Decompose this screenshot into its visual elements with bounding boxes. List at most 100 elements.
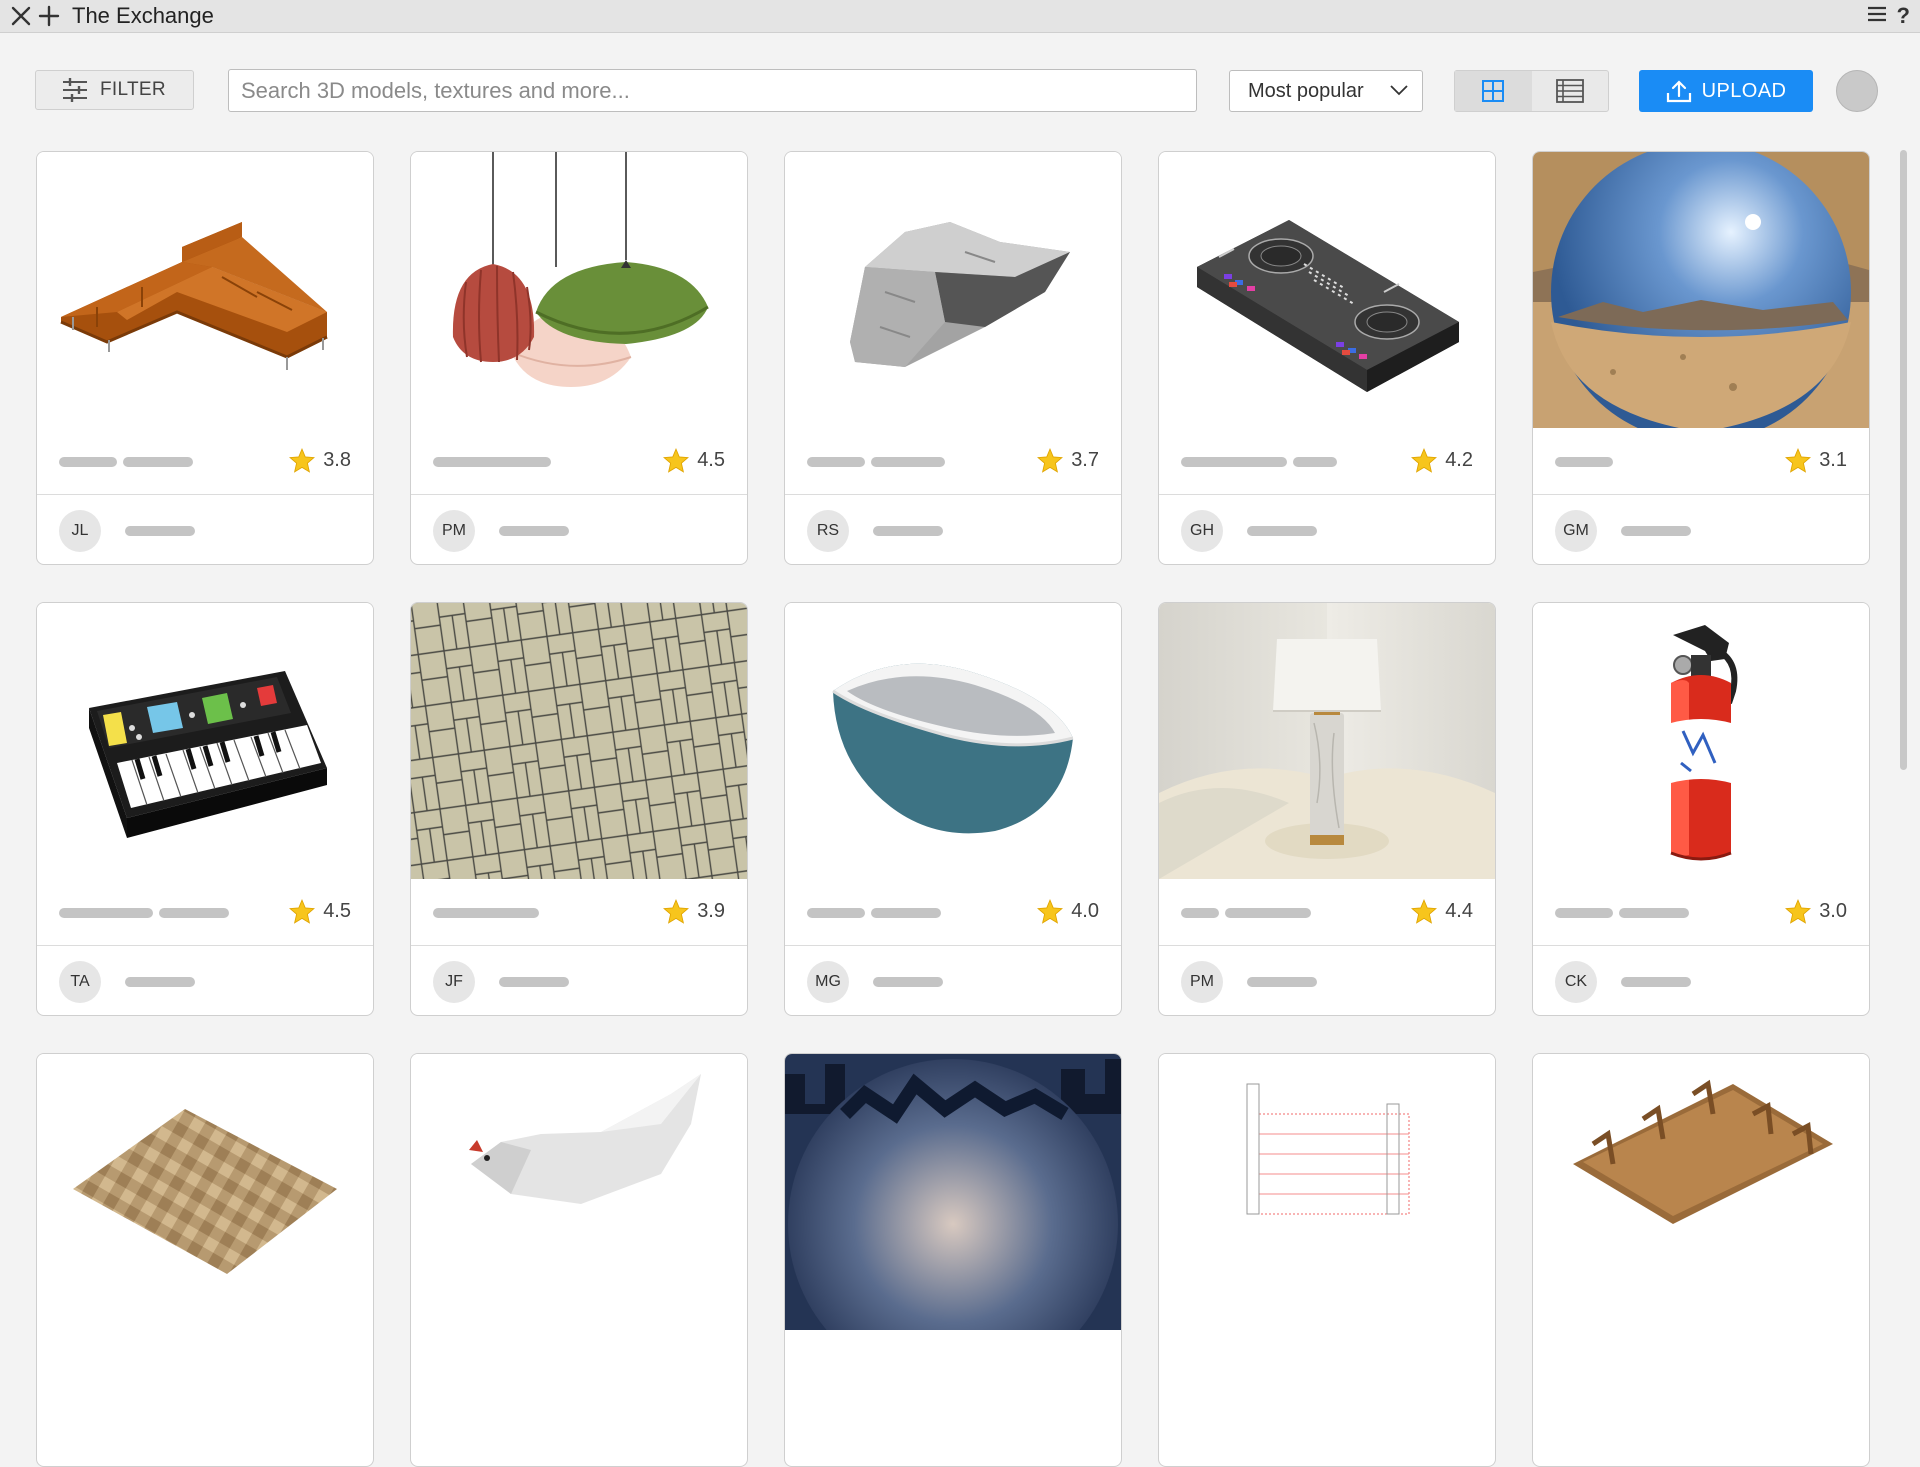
filter-button[interactable]: FILTER (35, 70, 194, 110)
author-avatar: TA (59, 961, 101, 1003)
model-card[interactable] (784, 1053, 1122, 1467)
model-card[interactable]: 3.0 CK (1532, 602, 1870, 1016)
author-name-placeholder (125, 526, 195, 536)
model-card[interactable]: 4.0 MG (784, 602, 1122, 1016)
author-avatar: CK (1555, 961, 1597, 1003)
card-thumbnail[interactable] (1533, 603, 1869, 879)
close-icon[interactable] (8, 3, 34, 29)
menu-icon[interactable] (1867, 5, 1887, 28)
card-thumbnail[interactable] (785, 603, 1121, 879)
star-icon (1037, 899, 1064, 924)
title-placeholder (871, 908, 941, 918)
author-avatar: RS (807, 510, 849, 552)
upload-icon (1666, 80, 1691, 103)
model-card[interactable] (36, 1053, 374, 1467)
rating: 3.7 (1037, 448, 1099, 473)
rating: 4.4 (1411, 899, 1473, 924)
card-author[interactable]: TA (37, 945, 373, 1015)
rating-value: 3.8 (323, 449, 351, 471)
title-placeholder (1619, 908, 1689, 918)
title-bar: The Exchange ? (0, 0, 1920, 33)
card-meta: 3.1 (1533, 428, 1869, 495)
author-name-placeholder (499, 526, 569, 536)
card-thumbnail[interactable] (411, 152, 747, 428)
card-thumbnail[interactable] (37, 1054, 373, 1330)
title-placeholder (1555, 908, 1613, 918)
avatar[interactable] (1836, 70, 1878, 112)
title-placeholder (871, 457, 945, 467)
card-thumbnail[interactable] (37, 603, 373, 879)
model-card[interactable]: 3.9 JF (410, 602, 748, 1016)
card-meta: 4.4 (1159, 879, 1495, 946)
card-author[interactable]: CK (1533, 945, 1869, 1015)
model-card[interactable] (410, 1053, 748, 1467)
rating: 4.2 (1411, 448, 1473, 473)
card-thumbnail[interactable] (785, 1054, 1121, 1330)
card-thumbnail[interactable] (1533, 1054, 1869, 1330)
author-avatar: JL (59, 510, 101, 552)
author-name-placeholder (873, 526, 943, 536)
card-author[interactable]: PM (411, 494, 747, 564)
card-thumbnail[interactable] (411, 603, 747, 879)
model-card[interactable]: 4.2 GH (1158, 151, 1496, 565)
model-card[interactable]: 3.8 JL (36, 151, 374, 565)
model-card[interactable]: 4.5 PM (410, 151, 748, 565)
model-card[interactable] (1158, 1053, 1496, 1467)
title-placeholder (1225, 908, 1311, 918)
rating-value: 4.5 (697, 449, 725, 471)
list-view-button[interactable] (1532, 71, 1609, 111)
author-avatar: GH (1181, 510, 1223, 552)
help-icon[interactable]: ? (1897, 3, 1910, 29)
card-author[interactable]: GM (1533, 494, 1869, 564)
card-author[interactable]: RS (785, 494, 1121, 564)
grid-icon (1482, 80, 1505, 102)
rating: 3.1 (1785, 448, 1847, 473)
upload-label: UPLOAD (1701, 79, 1787, 102)
card-author[interactable]: MG (785, 945, 1121, 1015)
model-card[interactable]: 4.4 PM (1158, 602, 1496, 1016)
rating: 3.8 (289, 448, 351, 473)
rating: 3.9 (663, 899, 725, 924)
star-icon (1785, 448, 1812, 473)
card-thumbnail[interactable] (785, 152, 1121, 428)
card-meta: 3.7 (785, 428, 1121, 495)
grid-view-button[interactable] (1455, 71, 1532, 111)
add-icon[interactable] (36, 3, 62, 29)
author-name-placeholder (1247, 526, 1317, 536)
star-icon (289, 899, 316, 924)
star-icon (663, 448, 690, 473)
card-author[interactable]: GH (1159, 494, 1495, 564)
card-meta: 4.0 (785, 879, 1121, 946)
model-card[interactable]: 3.7 RS (784, 151, 1122, 565)
rating-value: 3.1 (1819, 449, 1847, 471)
title-placeholder (59, 908, 153, 918)
filter-label: FILTER (100, 79, 166, 100)
title-placeholder (1293, 457, 1337, 467)
search-input[interactable] (228, 69, 1197, 112)
sliders-icon (63, 78, 87, 102)
card-author[interactable]: JL (37, 494, 373, 564)
model-card[interactable] (1532, 1053, 1870, 1467)
card-thumbnail[interactable] (411, 1054, 747, 1330)
author-name-placeholder (125, 977, 195, 987)
scrollbar-thumb[interactable] (1900, 150, 1907, 770)
card-thumbnail[interactable] (1159, 1054, 1495, 1330)
author-name-placeholder (1621, 977, 1691, 987)
author-name-placeholder (499, 977, 569, 987)
title-placeholder (1555, 457, 1613, 467)
rating: 4.0 (1037, 899, 1099, 924)
card-thumbnail[interactable] (1533, 152, 1869, 428)
card-thumbnail[interactable] (1159, 152, 1495, 428)
model-card[interactable]: 3.1 GM (1532, 151, 1870, 565)
window-title: The Exchange (72, 3, 214, 28)
card-thumbnail[interactable] (1159, 603, 1495, 879)
upload-button[interactable]: UPLOAD (1639, 70, 1813, 112)
rating-value: 3.0 (1819, 900, 1847, 922)
card-thumbnail[interactable] (37, 152, 373, 428)
sort-dropdown[interactable]: Most popular (1229, 70, 1423, 112)
card-author[interactable]: JF (411, 945, 747, 1015)
chevron-down-icon (1390, 85, 1408, 96)
star-icon (289, 448, 316, 473)
card-author[interactable]: PM (1159, 945, 1495, 1015)
model-card[interactable]: 4.5 TA (36, 602, 374, 1016)
